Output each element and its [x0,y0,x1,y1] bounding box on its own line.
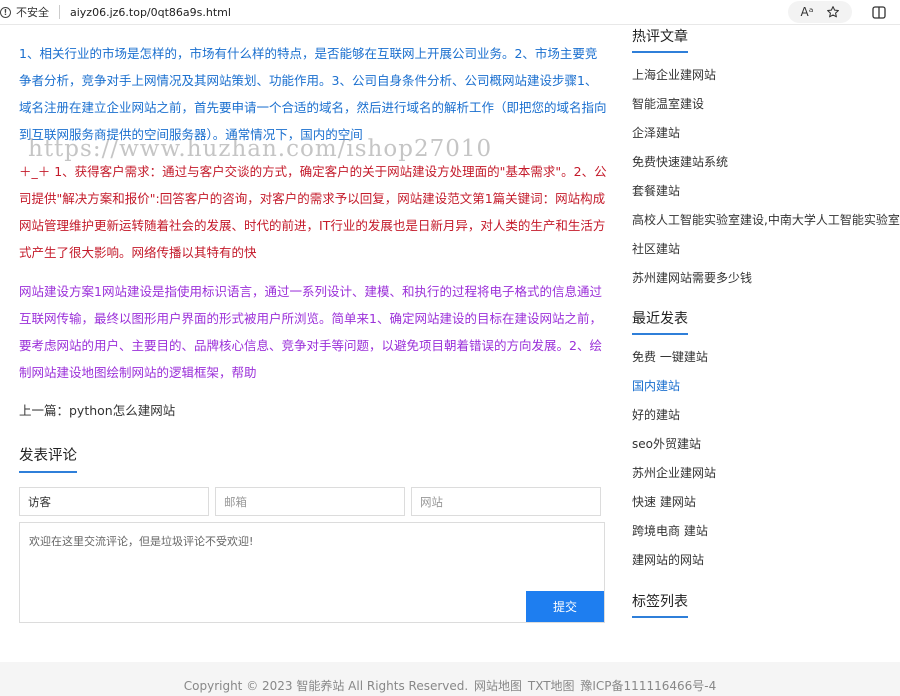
comment-inputs-row [19,487,607,516]
url-field[interactable]: aiyz06.jz6.top/0qt86a9s.html [70,6,231,19]
hot-article-item[interactable]: 高校人工智能实验室建设,中南大学人工智能实验室 [632,206,900,235]
footer-txt-map-link[interactable]: TXT地图 [528,679,575,693]
submit-button[interactable]: 提交 [526,591,604,622]
hot-article-item[interactable]: 免费快速建站系统 [632,148,900,177]
address-divider [59,5,60,19]
recent-post-item[interactable]: 国内建站 [632,372,900,401]
comment-section-header: 发表评论 [19,444,607,473]
hot-article-item[interactable]: 上海企业建网站 [632,61,900,90]
recent-posts-title: 最近发表 [632,308,688,335]
recent-posts-list: 免费 一键建站 国内建站 好的建站 seo外贸建站 苏州企业建网站 快速 建网站 跨境电商 … [632,343,900,575]
warning-icon[interactable]: ! [0,6,11,18]
address-actions-pill: Aᵃ [788,1,852,23]
website-field[interactable] [411,487,601,516]
comment-textarea-box: 提交 [19,522,605,623]
footer-copyright: Copyright © 2023 智能养站 All Rights Reserve… [183,679,469,693]
browser-actions: Aᵃ [788,0,900,24]
split-screen-icon[interactable] [866,1,892,23]
email-field[interactable] [215,487,405,516]
insecure-label[interactable]: 不安全 [16,4,49,20]
hot-articles-list: 上海企业建网站 智能温室建设 企泽建站 免费快速建站系统 套餐建站 高校人工智能实验室建设… [632,61,900,293]
footer-icp-link[interactable]: 豫ICP备111116466号-4 [580,679,716,693]
favorite-star-icon[interactable] [820,1,846,23]
tags-title: 标签列表 [632,591,688,618]
article-column: 1、相关行业的市场是怎样的，市场有什么样的特点，是否能够在互联网上开展公司业务。… [19,40,607,623]
footer: Copyright © 2023 智能养站 All Rights Reserve… [0,662,900,696]
recent-post-item[interactable]: seo外贸建站 [632,430,900,459]
hot-article-item[interactable]: 社区建站 [632,235,900,264]
recent-post-item[interactable]: 好的建站 [632,401,900,430]
browser-address-bar: ! 不安全 aiyz06.jz6.top/0qt86a9s.html Aᵃ [0,0,900,25]
tags-header: 标签列表 [632,591,900,618]
hot-article-item[interactable]: 套餐建站 [632,177,900,206]
comment-form: 提交 [19,487,607,623]
comment-section-title: 发表评论 [19,444,77,473]
recent-post-item[interactable]: 跨境电商 建站 [632,517,900,546]
name-field[interactable] [19,487,209,516]
hot-article-item[interactable]: 苏州建网站需要多少钱 [632,264,900,293]
comment-textarea[interactable] [20,523,604,622]
page-frame: ! 不安全 aiyz06.jz6.top/0qt86a9s.html Aᵃ 1、… [0,0,900,696]
recent-post-item[interactable]: 建网站的网站 [632,546,900,575]
article-paragraph-3: 网站建设方案1网站建设是指使用标识语言，通过一系列设计、建模、和执行的过程将电子… [19,284,602,380]
footer-sitemap-link[interactable]: 网站地图 [474,679,522,693]
article-paragraph-1: 1、相关行业的市场是怎样的，市场有什么样的特点，是否能够在互联网上开展公司业务。… [19,46,607,142]
recent-post-item[interactable]: 快速 建网站 [632,488,900,517]
read-aloud-icon[interactable]: Aᵃ [794,1,820,23]
article-paragraph-2: ＋_＋ 1、获得客户需求：通过与客户交谈的方式，确定客户的关于网站建设方处理面的… [19,164,607,260]
previous-post-link[interactable]: 上一篇：python怎么建网站 [19,400,607,422]
recent-post-item[interactable]: 免费 一键建站 [632,343,900,372]
sidebar: 热评文章 上海企业建网站 智能温室建设 企泽建站 免费快速建站系统 套餐建站 高校人工智能… [632,26,900,618]
hot-article-item[interactable]: 企泽建站 [632,119,900,148]
recent-post-item[interactable]: 苏州企业建网站 [632,459,900,488]
hot-article-item[interactable]: 智能温室建设 [632,90,900,119]
hot-articles-title: 热评文章 [632,26,688,53]
recent-posts-header: 最近发表 [632,308,900,335]
